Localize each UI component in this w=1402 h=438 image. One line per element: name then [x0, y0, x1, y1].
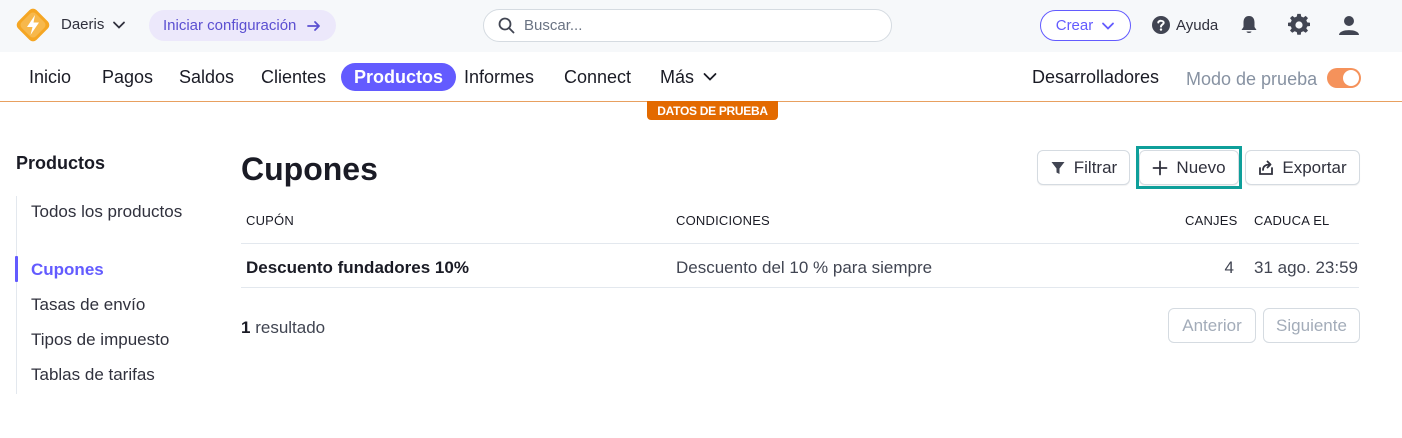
column-header-canjes[interactable]: CANJES — [1185, 213, 1238, 228]
nav-item-productos[interactable]: Productos — [341, 63, 457, 91]
search-input[interactable] — [524, 17, 864, 34]
help-button[interactable]: Ayuda — [1151, 15, 1218, 35]
column-header-condiciones[interactable]: CONDICIONES — [676, 213, 770, 228]
nav-item-connect[interactable]: Connect — [564, 63, 631, 91]
nav-item-desarrolladores[interactable]: Desarrolladores — [1032, 63, 1159, 91]
filter-label: Filtrar — [1073, 157, 1118, 177]
sidebar-title: Productos — [16, 153, 106, 173]
table-header-divider — [241, 243, 1359, 244]
test-mode-label: Modo de prueba — [1186, 69, 1318, 89]
main-nav: Inicio Pagos Saldos Clientes Productos I… — [0, 52, 1402, 102]
nav-item-mas-label: Más — [660, 66, 695, 87]
export-button[interactable]: Exportar — [1245, 150, 1360, 185]
coupon-name[interactable]: Descuento fundadores 10% — [246, 258, 469, 278]
column-header-cupon[interactable]: CUPÓN — [246, 213, 294, 228]
chevron-down-icon — [113, 21, 126, 29]
search-box[interactable] — [483, 9, 892, 42]
start-setup-button[interactable]: Iniciar configuración — [149, 10, 337, 41]
start-setup-label: Iniciar configuración — [163, 17, 297, 34]
bell-icon[interactable] — [1237, 13, 1261, 37]
create-button[interactable]: Crear — [1040, 10, 1131, 41]
search-icon — [498, 17, 515, 34]
page-title: Cupones — [241, 151, 378, 187]
lightning-logo-icon[interactable] — [16, 8, 50, 42]
column-header-caduca-el[interactable]: CADUCA EL — [1254, 213, 1330, 228]
next-page-button[interactable]: Siguiente — [1263, 308, 1360, 343]
export-icon — [1259, 160, 1274, 175]
nav-item-clientes[interactable]: Clientes — [261, 63, 326, 91]
previous-page-button[interactable]: Anterior — [1168, 308, 1256, 343]
help-circle-icon — [1152, 16, 1170, 34]
create-label: Crear — [1055, 17, 1094, 34]
account-switcher[interactable]: Daeris — [61, 16, 126, 33]
coupon-expires: 31 ago. 23:59 — [1254, 258, 1358, 277]
sidebar-item-tablas-de-tarifas[interactable]: Tablas de tarifas — [31, 365, 155, 385]
help-label: Ayuda — [1176, 16, 1219, 34]
gear-icon[interactable] — [1287, 13, 1311, 37]
sidebar-item-tasas-de-envio[interactable]: Tasas de envío — [31, 295, 145, 315]
table-row-divider — [241, 287, 1359, 288]
arrow-right-icon — [307, 20, 321, 31]
result-count-number: 1 — [241, 318, 251, 337]
result-count: 1 resultado — [241, 318, 325, 338]
user-icon[interactable] — [1337, 13, 1361, 37]
account-name: Daeris — [61, 16, 105, 33]
sidebar-item-todos-los-productos[interactable]: Todos los productos — [31, 202, 182, 222]
sidebar-item-cupones[interactable]: Cupones — [31, 260, 104, 280]
chevron-down-icon — [1102, 22, 1115, 30]
test-data-badge: DATOS DE PRUEBA — [647, 101, 778, 120]
nav-item-inicio[interactable]: Inicio — [29, 63, 71, 91]
nav-item-mas[interactable]: Más — [660, 63, 718, 91]
coupon-redemptions: 4 — [1224, 258, 1234, 277]
nav-item-pagos[interactable]: Pagos — [102, 63, 153, 91]
filter-icon — [1051, 161, 1065, 174]
filter-button[interactable]: Filtrar — [1037, 150, 1130, 185]
sidebar-rail — [16, 196, 17, 394]
new-button-highlight — [1136, 146, 1242, 189]
nav-item-saldos[interactable]: Saldos — [179, 63, 234, 91]
sidebar-active-marker — [15, 256, 18, 282]
sidebar-item-tipos-de-impuesto[interactable]: Tipos de impuesto — [31, 330, 169, 350]
test-mode-toggle[interactable] — [1327, 68, 1361, 88]
coupon-conditions: Descuento del 10 % para siempre — [676, 258, 933, 277]
export-label: Exportar — [1282, 157, 1347, 177]
top-bar: Daeris Iniciar configuración Crear Ayuda — [0, 0, 1402, 52]
chevron-down-icon — [703, 73, 717, 81]
nav-item-informes[interactable]: Informes — [464, 63, 534, 91]
result-count-text: resultado — [255, 318, 326, 337]
